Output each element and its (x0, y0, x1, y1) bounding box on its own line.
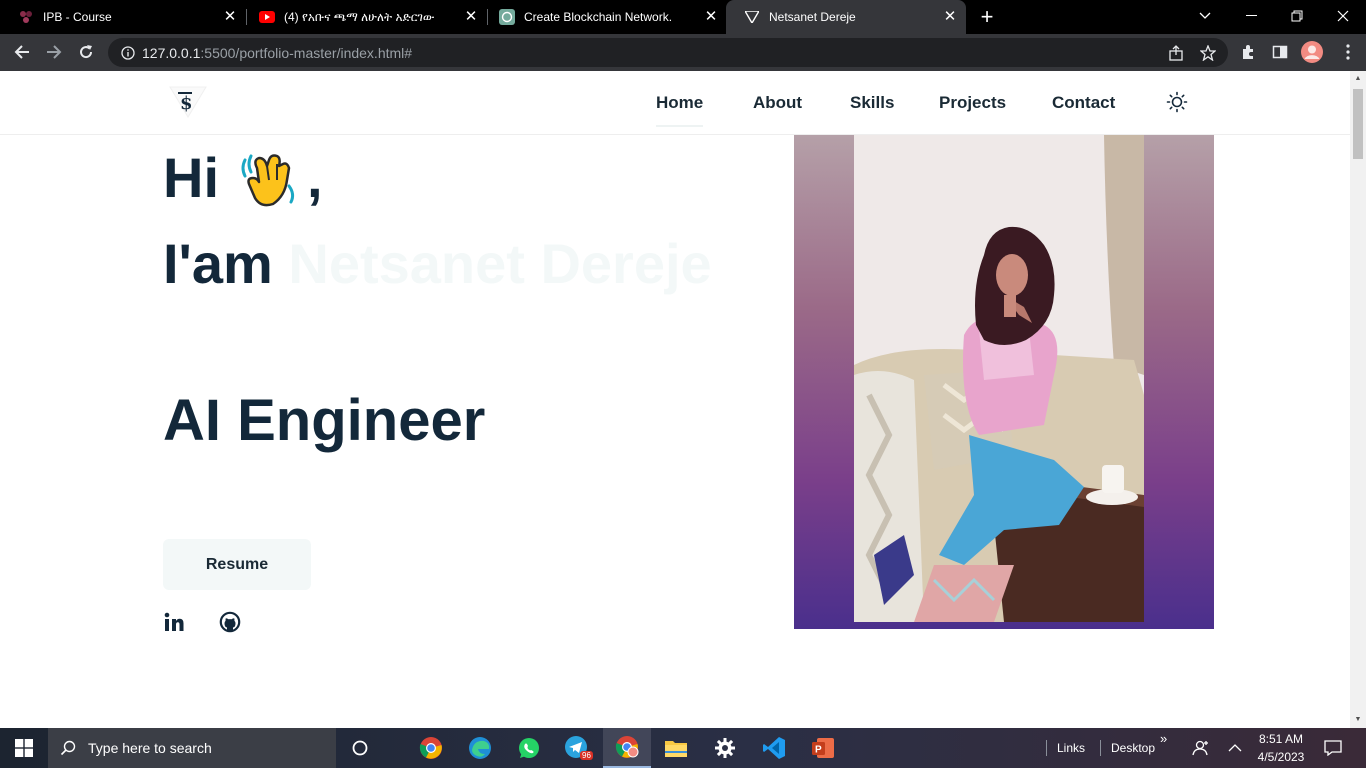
reload-icon[interactable] (74, 40, 98, 64)
file-explorer-icon[interactable] (652, 728, 700, 768)
chatgpt-icon (499, 9, 515, 25)
close-window-icon[interactable] (1320, 0, 1366, 32)
edge-taskbar-icon[interactable] (456, 728, 504, 768)
restore-icon[interactable] (1274, 0, 1320, 32)
close-tab-icon[interactable]: ✕ (463, 9, 479, 25)
tab-ipb-course[interactable]: IPB - Course ✕ (0, 0, 246, 34)
role-heading: AI Engineer (163, 388, 486, 453)
vercel-icon (744, 9, 760, 25)
nav-home[interactable]: Home (656, 93, 704, 127)
forward-icon[interactable] (42, 40, 66, 64)
notification-center-icon[interactable] (1324, 728, 1342, 768)
telegram-taskbar-icon[interactable]: 96 (554, 728, 602, 768)
tab-youtube[interactable]: (4) የአቡና ጫማ ለሁለት አድርገው ፃፍ ✕ (241, 0, 487, 34)
address-bar[interactable]: 127.0.0.1:5500/portfolio-master/index.ht… (108, 38, 1228, 67)
profile-photo (854, 135, 1144, 622)
url-text: 127.0.0.1:5500/portfolio-master/index.ht… (142, 45, 413, 61)
chrome-taskbar-icon[interactable] (407, 728, 455, 768)
scroll-thumb[interactable] (1353, 89, 1363, 159)
more-menu-icon[interactable] (1336, 40, 1360, 64)
scroll-up-arrow-icon[interactable]: ▲ (1354, 75, 1362, 83)
taskbar-clock[interactable]: 8:51 AM 4/5/2023 (1250, 730, 1312, 766)
nav-projects[interactable]: Projects (939, 93, 1006, 113)
tab-chatgpt[interactable]: Create Blockchain Network. ✕ (481, 0, 727, 34)
task-view-icon[interactable] (336, 728, 384, 768)
windows-taskbar: Type here to search 96 P Links Desktop » (0, 728, 1366, 768)
typed-name: Netsanet Dereje (288, 232, 712, 295)
windows-start-icon[interactable] (0, 728, 48, 768)
minimize-icon[interactable] (1228, 0, 1274, 32)
close-tab-icon[interactable]: ✕ (942, 9, 958, 25)
resume-button[interactable]: Resume (163, 539, 311, 590)
greeting-heading: Hi , (163, 146, 323, 210)
search-icon (48, 740, 88, 756)
tab-search-icon[interactable] (1182, 0, 1228, 32)
nav-contact[interactable]: Contact (1052, 93, 1115, 113)
links-toolbar[interactable]: Links (1046, 728, 1085, 768)
info-icon[interactable] (116, 41, 140, 65)
toolbar-overflow-icon[interactable]: » (1160, 718, 1167, 758)
svg-text:P: P (815, 745, 822, 756)
browser-tab-strip: IPB - Course ✕ (4) የአቡና ጫማ ለሁለት አድርገው ፃፍ… (0, 0, 1366, 34)
profile-photo-frame (794, 135, 1214, 629)
nav-about[interactable]: About (753, 93, 802, 113)
site-logo[interactable]: $ (168, 85, 208, 119)
side-panel-icon[interactable] (1268, 40, 1292, 64)
vscode-taskbar-icon[interactable] (750, 728, 798, 768)
waving-hand-icon (237, 146, 301, 210)
close-tab-icon[interactable]: ✕ (222, 9, 238, 25)
extensions-icon[interactable] (1236, 40, 1260, 64)
close-tab-icon[interactable]: ✕ (703, 9, 719, 25)
linkedin-icon[interactable] (163, 611, 187, 635)
page-scrollbar[interactable]: ▲ ▼ (1350, 71, 1366, 728)
new-tab-button[interactable]: + (976, 6, 998, 28)
bookmark-star-icon[interactable] (1196, 41, 1220, 65)
scroll-down-arrow-icon[interactable]: ▼ (1354, 716, 1362, 724)
site-navbar: $ Home About Skills Projects Contact (0, 71, 1350, 135)
back-icon[interactable] (10, 40, 34, 64)
desktop-toolbar[interactable]: Desktop (1100, 728, 1155, 768)
svg-text:$: $ (180, 93, 193, 114)
chrome-active-taskbar-icon[interactable] (603, 728, 651, 768)
people-icon[interactable] (1192, 728, 1210, 768)
nav-skills[interactable]: Skills (850, 93, 894, 113)
telegram-badge: 96 (580, 751, 593, 760)
settings-gear-icon[interactable] (701, 728, 749, 768)
powerpoint-taskbar-icon[interactable]: P (799, 728, 847, 768)
whatsapp-taskbar-icon[interactable] (505, 728, 553, 768)
show-hidden-icons-icon[interactable] (1228, 728, 1242, 768)
taskbar-search[interactable]: Type here to search (48, 728, 336, 768)
intro-heading: I'am Netsanet Dereje (163, 232, 712, 295)
tab-netsanet-dereje[interactable]: Netsanet Dereje ✕ (726, 0, 966, 34)
github-icon[interactable] (219, 611, 243, 635)
profile-avatar[interactable] (1300, 40, 1324, 64)
share-icon[interactable] (1164, 41, 1188, 65)
portfolio-page: $ Home About Skills Projects Contact Hi (0, 71, 1350, 728)
youtube-icon (259, 9, 275, 25)
ipb-icon (18, 9, 34, 25)
theme-toggle-sun-icon[interactable] (1166, 91, 1188, 113)
browser-toolbar: 127.0.0.1:5500/portfolio-master/index.ht… (0, 34, 1366, 71)
